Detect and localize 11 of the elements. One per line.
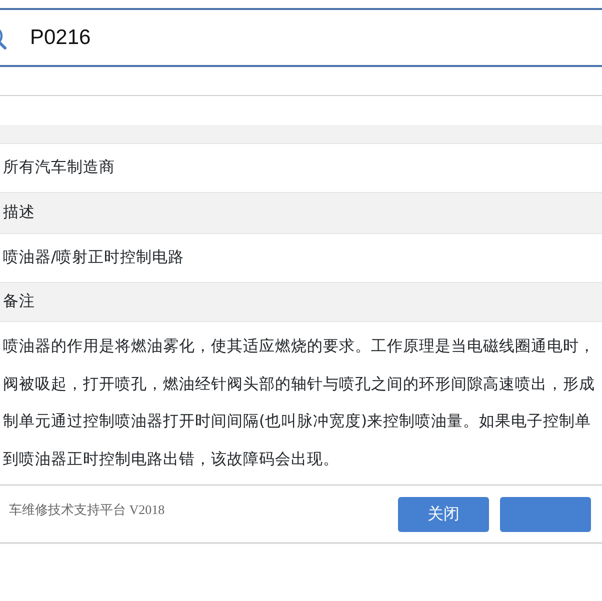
field-value: 喷油器/喷射正时控制电路 [3, 247, 184, 268]
button[interactable] [500, 496, 591, 532]
section-header: 描述 [0, 193, 602, 234]
remark-line: 喷油器的作用是将燃油雾化，使其适应燃烧的要求。工作原理是当电磁线圈通电时， [3, 336, 596, 357]
remark-line: 阀被吸起，打开喷孔，燃油经针阀头部的轴针与喷孔之间的环形间隙高速喷出，形成 [3, 374, 596, 394]
footer-text: 车维修技术支持平台 V2018 [9, 501, 166, 520]
remark-line: 到喷油器正时控制电路出错，该故障码会出现。 [3, 448, 340, 470]
field-value: 所有汽车制造商 [3, 157, 115, 178]
remark-line: 制单元通过控制喷油器打开时间间隔(也叫脉冲宽度)来控制喷油量。如果电子控制单 [3, 411, 592, 432]
close-button[interactable]: 关闭 [398, 496, 489, 532]
section-header: 备注 [0, 283, 602, 322]
